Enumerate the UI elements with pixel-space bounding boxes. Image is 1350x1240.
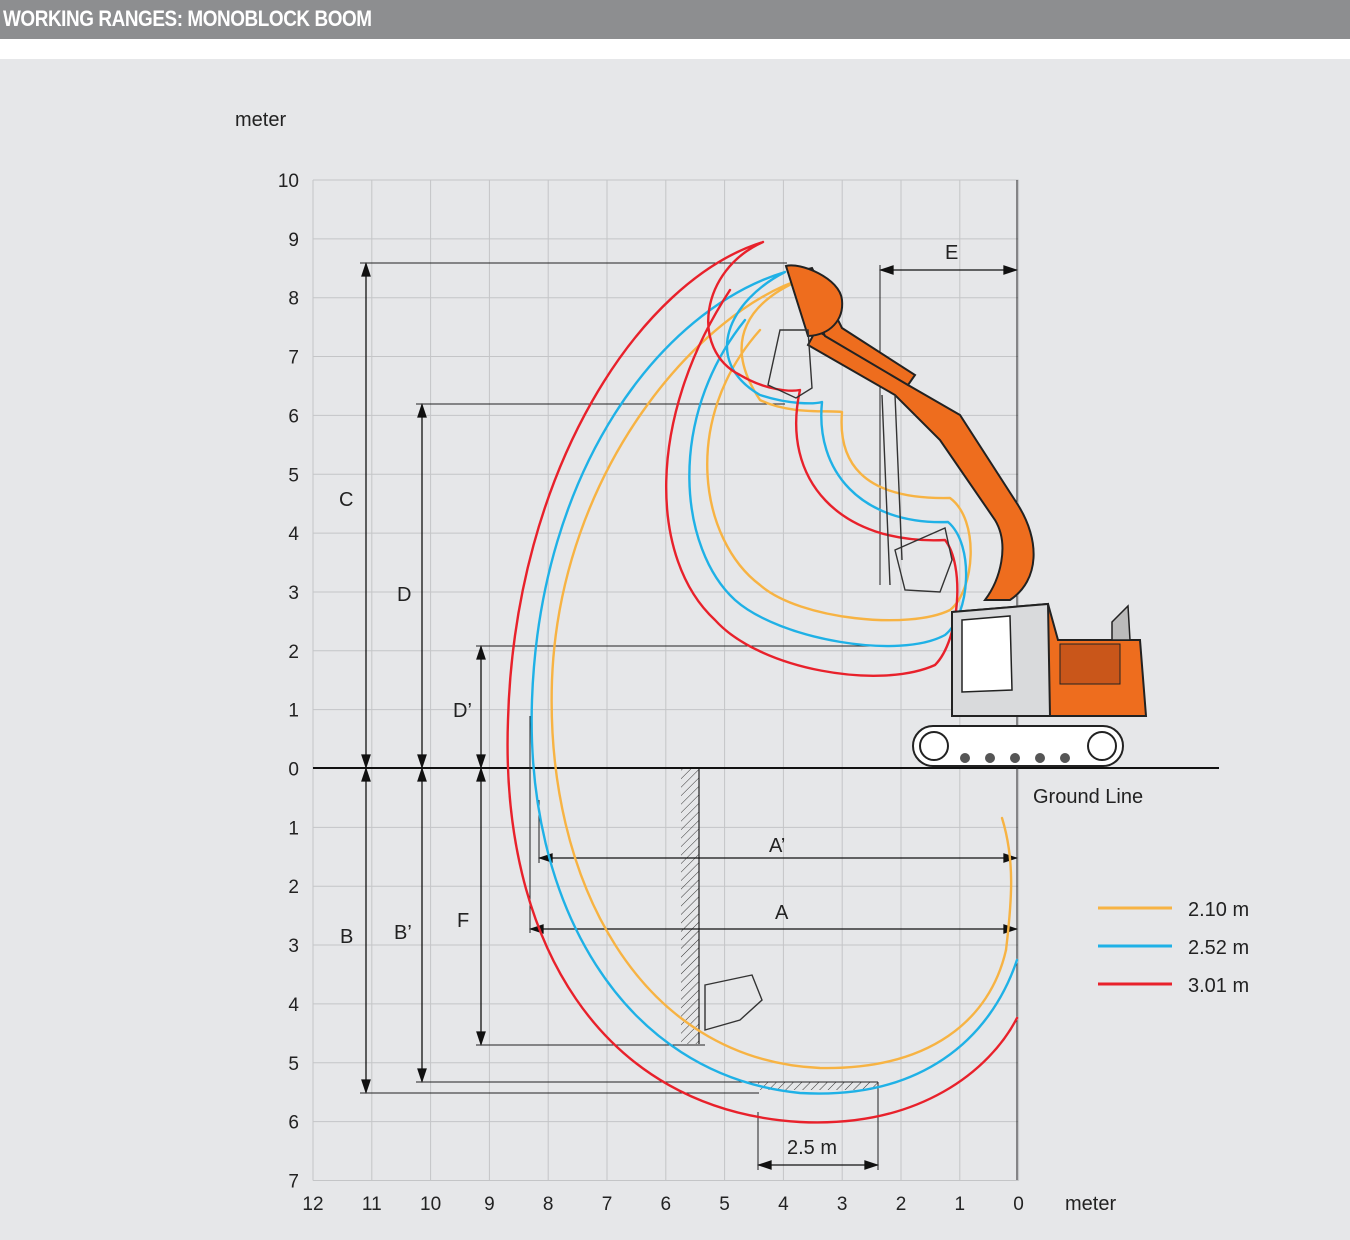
y-tick-label: 3 [288, 936, 299, 957]
dim-b-prime-label: B’ [394, 922, 412, 944]
dim-f-label: F [457, 910, 469, 932]
y-tick-label: 6 [288, 1113, 299, 1134]
legend-label-2-52: 2.52 m [1188, 937, 1249, 959]
x-tick-label: 7 [602, 1194, 613, 1215]
y-tick-label: 1 [288, 818, 299, 839]
y-tick-label: 6 [288, 406, 299, 427]
y-tick-label: 0 [288, 760, 299, 781]
dim-width-label: 2.5 m [787, 1137, 837, 1159]
dim-b-label: B [340, 926, 353, 948]
y-tick-label: 2 [288, 642, 299, 663]
y-tick-label: 7 [288, 1171, 299, 1192]
x-tick-label: 0 [1013, 1194, 1024, 1215]
x-tick-label: 8 [543, 1194, 554, 1215]
y-tick-label: 5 [288, 465, 299, 486]
y-tick-label: 1 [288, 701, 299, 722]
y-tick-label: 2 [288, 877, 299, 898]
y-tick-label: 8 [288, 289, 299, 310]
dim-a-prime-label: A’ [769, 835, 785, 857]
dim-a-label: A [775, 902, 789, 924]
excavator [704, 264, 1148, 1031]
y-tick-label: 10 [278, 171, 299, 192]
y-tick-label: 3 [288, 583, 299, 604]
y-tick-label: 9 [288, 230, 299, 251]
y-tick-label: 5 [288, 1054, 299, 1075]
y-tick-label: 4 [288, 995, 299, 1016]
legend-label-3-01: 3.01 m [1188, 975, 1249, 997]
grid [312, 179, 1020, 1181]
x-tick-label: 2 [896, 1194, 907, 1215]
y-axis-unit: meter [235, 109, 286, 131]
envelope-2-52m [530, 270, 1019, 1095]
x-tick-label: 9 [484, 1194, 495, 1215]
ground-line-label: Ground Line [1033, 786, 1143, 808]
x-axis-unit: meter [1065, 1193, 1116, 1215]
legend-label-2-10: 2.10 m [1188, 899, 1249, 921]
x-tick-label: 10 [420, 1194, 441, 1215]
counterweight-exhaust [1111, 604, 1131, 641]
x-tick-label: 4 [778, 1194, 789, 1215]
x-tick-label: 12 [302, 1194, 323, 1215]
dim-c-label: C [339, 489, 353, 511]
y-tick-label: 7 [288, 348, 299, 369]
ghost-positions [704, 329, 953, 1031]
bucket-raised [784, 264, 844, 338]
dim-d-label: D [397, 584, 411, 606]
dim-e-label: E [945, 242, 958, 264]
x-tick-label: 5 [719, 1194, 730, 1215]
y-tick-label: 4 [288, 524, 299, 545]
x-tick-label: 11 [362, 1194, 382, 1215]
dim-d-prime-label: D’ [453, 700, 472, 722]
envelope-2-10m [550, 276, 1008, 1070]
envelope-3-01m [506, 240, 1019, 1124]
engine-grille [1059, 643, 1121, 685]
x-axis-ticks: 12 11 10 9 8 7 6 5 4 3 2 1 0 [302, 1194, 1023, 1215]
y-axis-ticks: 1098765432101234567 [278, 171, 300, 1192]
legend: 2.10 m 2.52 m 3.01 m [1098, 899, 1249, 997]
cab-window [961, 615, 1013, 693]
working-range-diagram: 1098765432101234567 12 11 10 9 8 7 6 5 4 3 2 1 0 met… [235, 109, 1249, 1215]
x-tick-label: 6 [661, 1194, 672, 1215]
x-tick-label: 3 [837, 1194, 848, 1215]
trench-wall-hatch [681, 768, 699, 1044]
x-tick-label: 1 [955, 1194, 966, 1215]
